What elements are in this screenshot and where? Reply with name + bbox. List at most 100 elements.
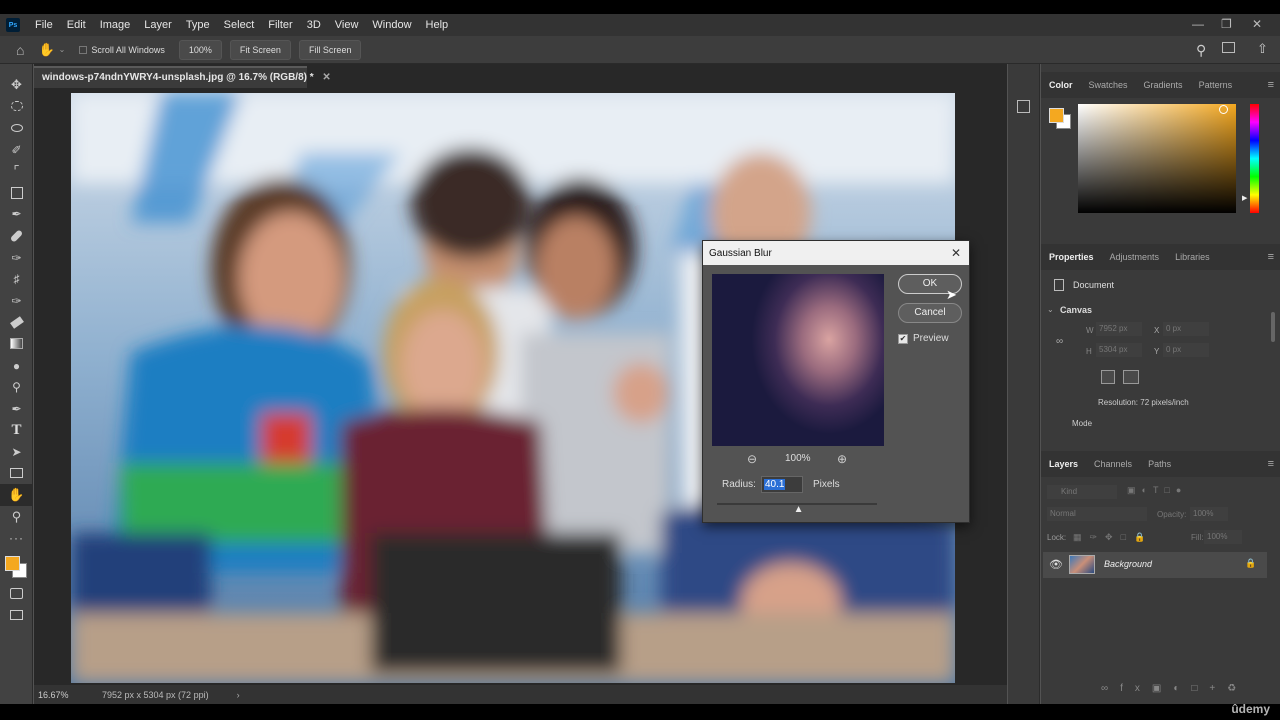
fit-screen-button[interactable]: Fit Screen <box>229 39 291 60</box>
restore-icon[interactable]: ❐ <box>1221 17 1232 31</box>
height-field[interactable]: 5304 px <box>1096 343 1142 357</box>
crop-tool[interactable]: ⌜ <box>0 160 33 182</box>
menu-edit[interactable]: Edit <box>60 19 93 31</box>
panel-menu-icon[interactable]: ≡ <box>1268 251 1274 263</box>
close-window-icon[interactable]: ✕ <box>1252 17 1262 31</box>
menu-file[interactable]: File <box>28 19 60 31</box>
panel-menu-icon[interactable]: ≡ <box>1268 458 1274 470</box>
radius-input[interactable]: 40.1 <box>761 476 803 493</box>
fill-field[interactable]: 100% <box>1204 530 1242 544</box>
link-icon[interactable]: ∞ <box>1056 336 1063 347</box>
blend-mode-select[interactable]: Normal <box>1047 507 1147 521</box>
menu-3d[interactable]: 3D <box>300 19 328 31</box>
layer-filter-kind[interactable]: Kind <box>1047 485 1117 499</box>
search-icon[interactable]: ⚲ <box>1196 42 1206 59</box>
document-tab[interactable]: windows-p74ndnYWRY4-unsplash.jpg @ 16.7%… <box>34 66 331 88</box>
width-field[interactable]: 7952 px <box>1096 322 1142 336</box>
menu-view[interactable]: View <box>328 19 366 31</box>
menu-select[interactable]: Select <box>217 19 262 31</box>
path-select-tool[interactable]: ➤ <box>0 441 33 463</box>
hue-slider-marker[interactable]: ▶ <box>1242 194 1247 202</box>
tab-libraries[interactable]: Libraries <box>1167 252 1218 262</box>
menu-type[interactable]: Type <box>179 19 217 31</box>
hand-tool[interactable]: ✋ <box>0 484 33 506</box>
menu-layer[interactable]: Layer <box>137 19 179 31</box>
blur-preview[interactable] <box>712 274 884 446</box>
tab-layers[interactable]: Layers <box>1041 459 1086 469</box>
properties-scrollbar[interactable] <box>1271 312 1275 342</box>
chevron-right-icon[interactable]: › <box>237 690 240 700</box>
preview-checkbox[interactable]: ✔ <box>898 334 908 344</box>
eye-icon[interactable]: 👁 <box>1049 558 1063 571</box>
layer-row-background[interactable]: 👁 Background 🔒 <box>1043 552 1267 578</box>
eraser-tool[interactable] <box>0 312 33 334</box>
workspace-icon[interactable] <box>1222 42 1235 53</box>
quick-select-tool[interactable]: ✐ <box>0 139 33 161</box>
edit-toolbar[interactable]: ··· <box>0 527 33 549</box>
layer-name[interactable]: Background <box>1104 559 1152 569</box>
zoom-tool[interactable]: ⚲ <box>0 506 33 528</box>
frame-tool[interactable] <box>0 182 33 204</box>
marquee-tool[interactable] <box>0 96 33 118</box>
history-panel-icon[interactable] <box>1017 100 1030 113</box>
layers-footer-icons[interactable]: ∞fx▣◐□+♻ <box>1101 683 1248 694</box>
color-fg-swatch[interactable] <box>1049 108 1064 123</box>
tab-gradients[interactable]: Gradients <box>1136 80 1191 90</box>
stamp-tool[interactable]: ♯ <box>0 268 33 290</box>
menu-filter[interactable]: Filter <box>261 19 299 31</box>
close-icon[interactable]: ✕ <box>951 246 961 260</box>
x-field[interactable]: 0 px <box>1163 322 1209 336</box>
tab-channels[interactable]: Channels <box>1086 459 1140 469</box>
fill-screen-button[interactable]: Fill Screen <box>298 39 362 60</box>
home-icon[interactable]: ⌂ <box>16 42 24 58</box>
zoom-in-icon[interactable]: ⊕ <box>837 452 847 466</box>
landscape-orientation-icon[interactable] <box>1123 370 1139 384</box>
radius-slider-thumb[interactable]: ▲ <box>794 504 804 515</box>
type-tool[interactable]: T <box>0 420 33 442</box>
hand-tool-icon[interactable]: ✋ <box>38 42 54 58</box>
menu-help[interactable]: Help <box>419 19 456 31</box>
close-tab-icon[interactable]: ✕ <box>322 72 330 83</box>
blur-tool[interactable]: ● <box>0 355 33 377</box>
layer-filter-icons[interactable]: ▣◐T□● <box>1127 485 1187 496</box>
pen-tool[interactable]: ✒ <box>0 398 33 420</box>
screen-mode-tool[interactable] <box>0 605 33 627</box>
eyedropper-tool[interactable]: ✒ <box>0 204 33 226</box>
minimize-icon[interactable]: — <box>1192 17 1204 31</box>
collapsed-panel-strip <box>1008 64 1040 704</box>
quick-mask-tool[interactable] <box>0 583 33 605</box>
color-picker-handle[interactable] <box>1219 105 1228 114</box>
cancel-button[interactable]: Cancel <box>898 303 962 323</box>
scroll-all-windows-checkbox[interactable] <box>79 45 88 54</box>
rectangle-tool[interactable] <box>0 463 33 485</box>
lock-icons[interactable]: ▦✑✥□🔒 <box>1073 532 1153 543</box>
y-field[interactable]: 0 px <box>1163 343 1209 357</box>
foreground-color-swatch[interactable] <box>5 556 20 572</box>
zoom-100-button[interactable]: 100% <box>178 39 222 60</box>
lasso-tool[interactable] <box>0 117 33 139</box>
chevron-down-icon[interactable]: ⌄ <box>1047 305 1054 314</box>
history-brush-tool[interactable]: ✑ <box>0 290 33 312</box>
zoom-out-icon[interactable]: ⊖ <box>747 452 757 466</box>
brush-tool[interactable]: ✑ <box>0 247 33 269</box>
opacity-field[interactable]: 100% <box>1190 507 1228 521</box>
tab-paths[interactable]: Paths <box>1140 459 1179 469</box>
gradient-tool[interactable] <box>0 333 33 355</box>
move-tool[interactable]: ✥ <box>0 74 33 96</box>
color-field[interactable] <box>1078 104 1236 213</box>
menu-window[interactable]: Window <box>365 19 418 31</box>
tab-adjustments[interactable]: Adjustments <box>1102 252 1168 262</box>
panel-menu-icon[interactable]: ≡ <box>1268 79 1274 91</box>
menu-image[interactable]: Image <box>93 19 138 31</box>
share-icon[interactable]: ⇧ <box>1257 41 1268 57</box>
tab-swatches[interactable]: Swatches <box>1081 80 1136 90</box>
chevron-down-icon[interactable]: ⌄ <box>59 45 66 54</box>
healing-brush-tool[interactable] <box>0 225 33 247</box>
portrait-orientation-icon[interactable] <box>1101 370 1115 384</box>
tab-color[interactable]: Color <box>1041 80 1081 90</box>
tab-properties[interactable]: Properties <box>1041 252 1102 262</box>
zoom-level[interactable]: 16.67% <box>38 690 94 700</box>
tab-patterns[interactable]: Patterns <box>1191 80 1241 90</box>
hue-slider[interactable] <box>1250 104 1259 213</box>
dodge-tool[interactable]: ⚲ <box>0 376 33 398</box>
